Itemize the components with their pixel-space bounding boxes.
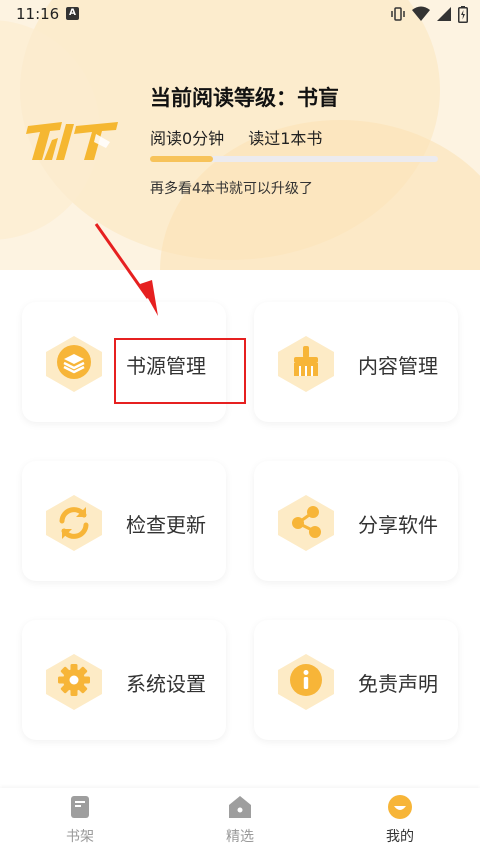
status-bar: 11:16 A — [0, 0, 480, 28]
app-logo-icon — [26, 122, 118, 160]
battery-icon — [458, 5, 468, 23]
level-up-hint: 再多看4本书就可以升级了 — [150, 181, 313, 197]
menu-card-check-update[interactable]: 检查更新 — [22, 461, 226, 581]
layers-icon — [46, 336, 102, 392]
reading-level-title: 当前阅读等级：书盲 — [150, 86, 339, 110]
nav-tab-bookshelf[interactable]: 书架 — [0, 788, 160, 853]
nav-tab-label: 精选 — [226, 829, 254, 845]
bottom-nav: 书架 精选 我的 — [0, 788, 480, 853]
status-time: 11:16 — [16, 5, 60, 23]
share-icon — [278, 495, 334, 551]
wifi-icon — [412, 6, 430, 21]
smile-icon — [388, 795, 412, 819]
broom-icon — [278, 336, 334, 392]
notification-icon: A — [66, 7, 79, 20]
refresh-icon — [46, 495, 102, 551]
nav-tab-mine[interactable]: 我的 — [320, 788, 480, 853]
nav-tab-label: 书架 — [66, 829, 94, 845]
menu-card-label: 检查更新 — [126, 513, 206, 537]
home-icon — [229, 796, 251, 818]
menu-card-label: 分享软件 — [358, 513, 438, 537]
nav-tab-label: 我的 — [386, 829, 414, 845]
info-icon — [278, 654, 334, 710]
signal-icon — [437, 7, 451, 21]
menu-card-system-settings[interactable]: 系统设置 — [22, 620, 226, 740]
level-progress-bar — [150, 156, 438, 162]
level-progress-fill — [150, 156, 214, 162]
menu-card-label: 系统设置 — [126, 672, 206, 696]
menu-card-content-management[interactable]: 内容管理 — [254, 302, 458, 422]
menu-card-disclaimer[interactable]: 免责声明 — [254, 620, 458, 740]
bookshelf-icon — [71, 796, 89, 818]
vibrate-icon — [391, 7, 405, 21]
profile-header: 当前阅读等级：书盲 阅读0分钟 读过1本书 再多看4本书就可以升级了 — [0, 0, 480, 270]
reading-time: 阅读0分钟 — [150, 129, 225, 148]
highlight-box — [114, 338, 246, 404]
status-icons — [390, 5, 468, 23]
reading-stats: 阅读0分钟 读过1本书 — [150, 125, 322, 149]
menu-card-share-app[interactable]: 分享软件 — [254, 461, 458, 581]
books-read-count: 读过1本书 — [248, 129, 323, 148]
menu-card-label: 免责声明 — [358, 672, 438, 696]
menu-card-label: 内容管理 — [358, 354, 438, 378]
gear-icon — [46, 654, 102, 710]
nav-tab-featured[interactable]: 精选 — [160, 788, 320, 853]
